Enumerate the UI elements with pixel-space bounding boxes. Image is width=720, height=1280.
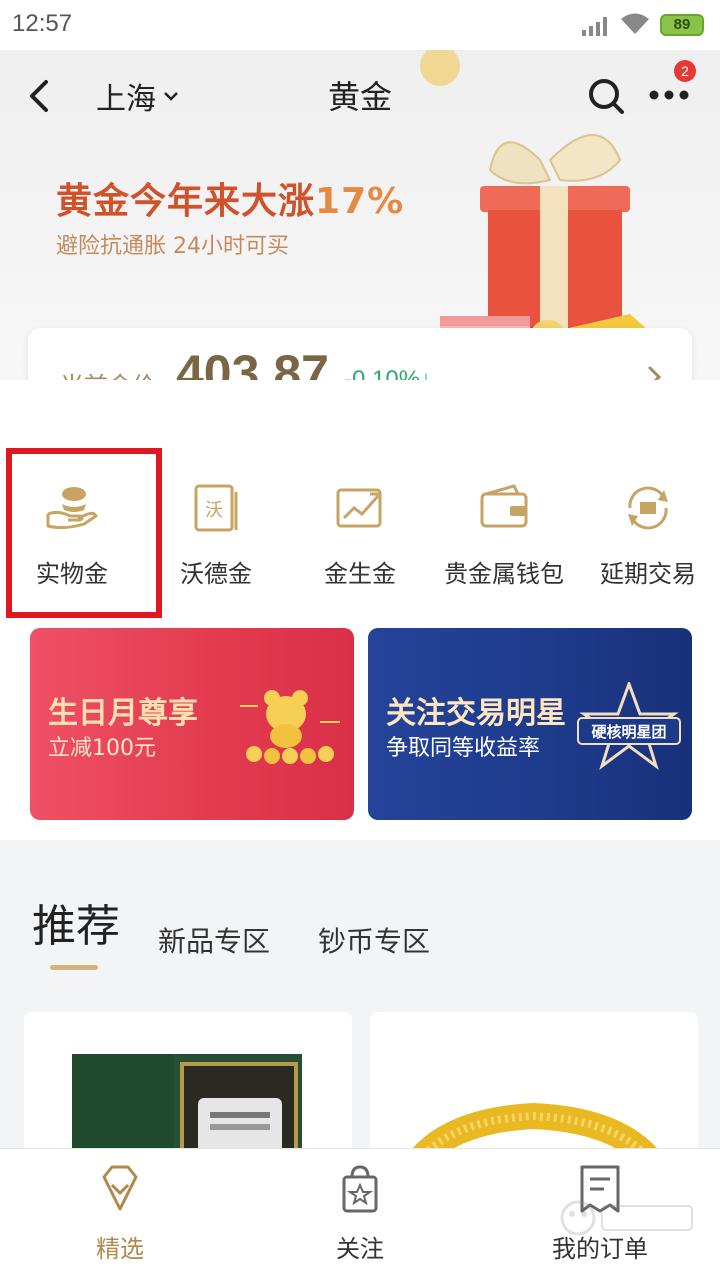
- nav-following[interactable]: 关注: [240, 1149, 480, 1280]
- tab-new-products[interactable]: 新品专区: [158, 920, 270, 960]
- notification-badge: 2: [674, 60, 696, 82]
- cycle-icon: [628, 486, 668, 530]
- battery-indicator: 89: [660, 14, 704, 36]
- category-wallet[interactable]: 贵金属钱包: [432, 480, 576, 610]
- watermark-logo: [560, 1200, 693, 1236]
- category-label: 沃德金: [180, 560, 252, 588]
- tab-recommend[interactable]: 推荐: [32, 890, 120, 954]
- nav-featured[interactable]: 精选: [0, 1149, 240, 1280]
- promo-title-highlight: 17%: [315, 181, 405, 222]
- category-label: 延期交易: [600, 560, 696, 588]
- shopping-bag-star-icon: [342, 1165, 378, 1213]
- chevron-down-icon: [164, 92, 178, 101]
- category-label: 金生金: [324, 560, 396, 588]
- banner-subtitle: 立减100元: [48, 736, 156, 761]
- banner-subtitle: 争取同等收益率: [386, 736, 541, 761]
- back-arrow-icon[interactable]: [22, 76, 58, 116]
- growth-chart-icon: [336, 488, 382, 528]
- city-name: 上海: [96, 82, 156, 117]
- star-badge-illustration: 硬核明星团: [577, 682, 681, 770]
- city-selector[interactable]: 上海: [96, 74, 180, 118]
- status-bar: 12:57 89: [0, 0, 720, 50]
- gold-mouse-illustration: [240, 690, 340, 764]
- promo-title: 黄金今年来大涨17%: [56, 172, 404, 224]
- banner-title: 生日月尊享: [48, 696, 198, 731]
- promo-subtitle: 避险抗通胀 24小时可买: [56, 234, 289, 259]
- tab-bar: 推荐 新品专区 钞币专区: [0, 840, 720, 1010]
- signal-icon: [582, 17, 607, 36]
- star-trader-banner[interactable]: 关注交易明星 争取同等收益率 硬核明星团: [368, 628, 692, 820]
- wode-document-icon: 沃: [194, 484, 238, 532]
- active-tab-indicator: [50, 965, 98, 970]
- promo-title-text: 黄金今年来大涨: [56, 181, 316, 222]
- highlight-box: [6, 448, 162, 618]
- category-label: 贵金属钱包: [444, 560, 564, 588]
- category-gold-growth[interactable]: 金生金: [288, 480, 432, 610]
- birthday-promo-banner[interactable]: 生日月尊享 立减100元: [30, 628, 354, 820]
- status-time: 12:57: [12, 10, 73, 37]
- nav-label: 关注: [336, 1235, 384, 1263]
- badge-text: 硬核明星团: [591, 723, 666, 741]
- banner-title: 关注交易明星: [386, 696, 566, 731]
- tab-coins[interactable]: 钞币专区: [318, 920, 430, 960]
- svg-text:沃: 沃: [205, 500, 223, 521]
- wallet-icon: [480, 484, 528, 528]
- diamond-icon: [102, 1165, 138, 1211]
- category-deferred-trading[interactable]: 延期交易: [576, 480, 720, 610]
- category-wode-gold[interactable]: 沃 沃德金: [144, 480, 288, 610]
- nav-label: 精选: [96, 1235, 144, 1263]
- wifi-icon: [621, 13, 649, 34]
